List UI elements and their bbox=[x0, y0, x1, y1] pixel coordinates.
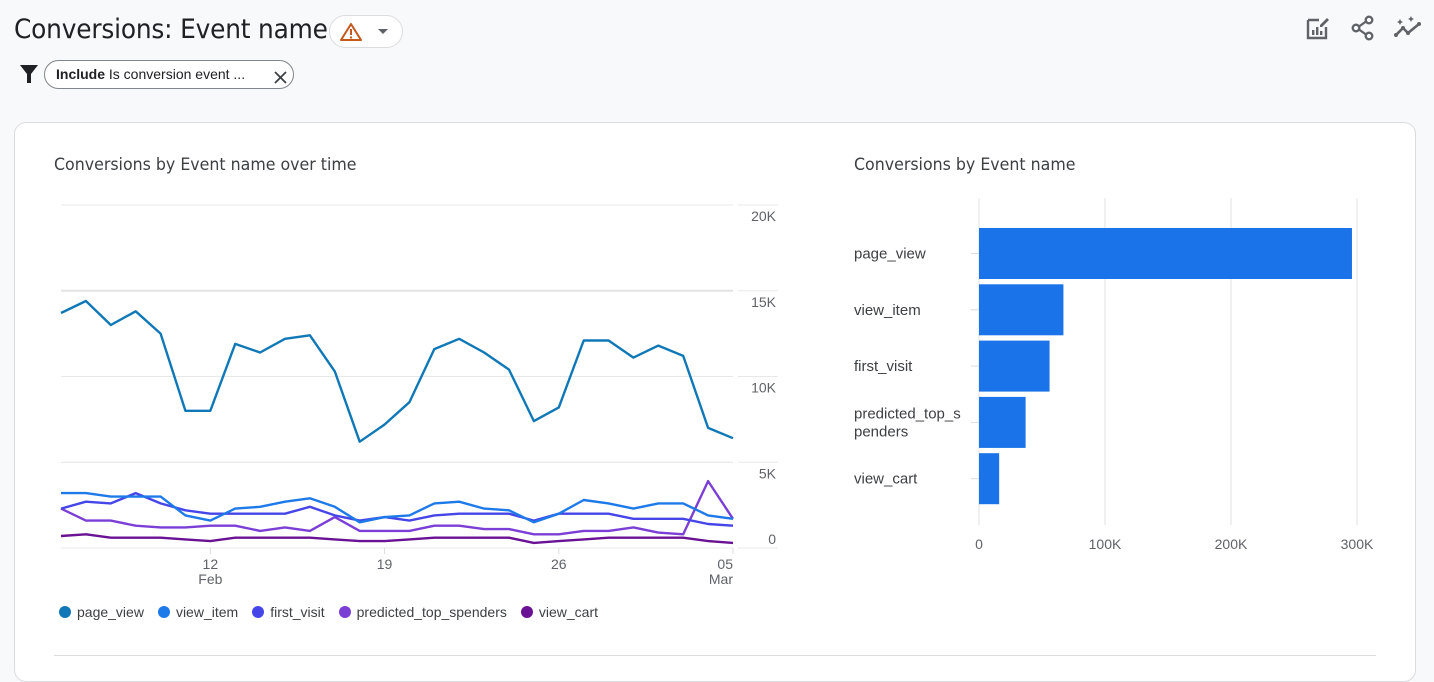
category-label: predicted_top_s bbox=[854, 405, 961, 422]
legend-dot bbox=[252, 606, 265, 618]
insights-sparkle-icon[interactable] bbox=[1393, 15, 1423, 46]
category-label: view_item bbox=[854, 302, 921, 319]
divider bbox=[54, 655, 1376, 656]
y-tick-label: 5K bbox=[759, 465, 777, 481]
x-tick-label: 12 bbox=[203, 556, 219, 572]
x-tick-label: 05 bbox=[717, 556, 733, 572]
bar-view-cart bbox=[979, 453, 1000, 505]
legend-label: page_view bbox=[77, 604, 144, 620]
x-tick-label: 200K bbox=[1215, 536, 1248, 552]
bar-view-item bbox=[979, 284, 1064, 336]
x-tick-label: 26 bbox=[551, 556, 567, 572]
x-tick-label: 19 bbox=[377, 556, 393, 572]
bar-page-view bbox=[979, 228, 1352, 279]
bar-predicted-top-spenders bbox=[979, 396, 1026, 448]
legend-label: view_item bbox=[175, 604, 239, 620]
legend-dot bbox=[338, 606, 351, 618]
x-tick-label: 100K bbox=[1089, 536, 1122, 552]
legend-item-view-item[interactable]: view_item bbox=[157, 604, 239, 620]
series-line-view-cart bbox=[60, 533, 734, 545]
category-label: page_view bbox=[854, 246, 926, 263]
y-tick-label: 15K bbox=[751, 294, 777, 310]
legend-item-view-cart[interactable]: view_cart bbox=[520, 604, 599, 620]
x-tick-month-label: Feb bbox=[198, 571, 222, 587]
bar-chart-title: Conversions by Event name bbox=[854, 155, 1076, 175]
legend-item-predicted-top-spenders[interactable]: predicted_top_spenders bbox=[338, 604, 507, 620]
legend-label: first_visit bbox=[270, 604, 325, 620]
legend-item-first-visit[interactable]: first_visit bbox=[252, 604, 325, 620]
x-tick-month-label: Mar bbox=[709, 571, 733, 587]
legend-dot bbox=[520, 606, 533, 618]
y-tick-label: 10K bbox=[751, 380, 777, 396]
legend-item-page-view[interactable]: page_view bbox=[59, 604, 144, 620]
x-tick-label: 300K bbox=[1341, 536, 1374, 552]
y-tick-label: 0 bbox=[768, 531, 776, 547]
legend-label: predicted_top_spenders bbox=[356, 604, 507, 620]
line-chart-legend: page_view view_item first_visit predicte… bbox=[59, 604, 598, 620]
bar-first-visit bbox=[979, 340, 1050, 392]
x-tick-label: 0 bbox=[975, 536, 983, 552]
y-tick-label: 20K bbox=[751, 208, 777, 224]
series-line-page-view bbox=[60, 299, 734, 443]
edit-chart-icon[interactable] bbox=[1305, 15, 1331, 46]
share-icon[interactable] bbox=[1350, 15, 1376, 46]
category-label: view_cart bbox=[854, 471, 918, 488]
legend-dot bbox=[59, 606, 71, 618]
line-chart: 0 5K 10K 15K 20K 12Feb 19 26 05Mar bbox=[60, 204, 778, 587]
category-label: first_visit bbox=[854, 358, 913, 375]
legend-dot bbox=[157, 606, 170, 618]
legend-label: view_cart bbox=[538, 604, 599, 620]
category-label: penders bbox=[854, 423, 908, 440]
bar-chart: 0 100K 200K 300K page_view view_item first_vis… bbox=[854, 198, 1374, 552]
